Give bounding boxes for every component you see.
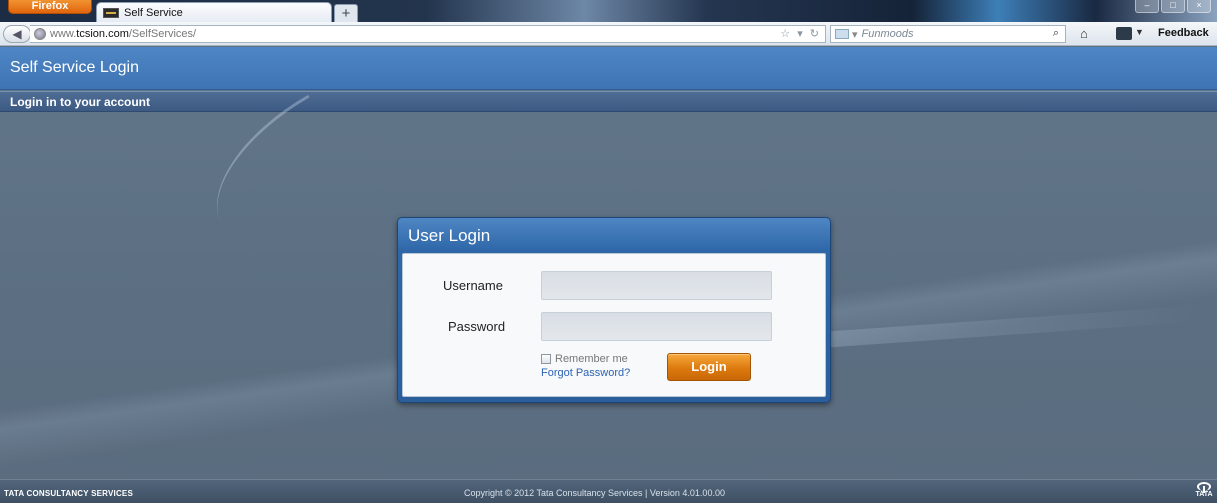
globe-icon bbox=[34, 28, 46, 40]
login-form: Username Password Remember me Forgot Pas… bbox=[402, 253, 826, 397]
sub-header: Login in to your account bbox=[0, 91, 1217, 112]
address-bar[interactable]: www. tcsion.com/SelfServices/ ☆ ▾ ↻ bbox=[30, 25, 826, 43]
url-prefix: www. bbox=[50, 28, 77, 40]
remember-me-label: Remember me bbox=[555, 353, 628, 365]
bookmarks-icon[interactable] bbox=[1116, 27, 1132, 40]
dialog-title: User Login bbox=[408, 226, 491, 245]
firefox-menu-button[interactable]: Firefox bbox=[8, 0, 92, 14]
search-icon[interactable]: ⌕ bbox=[1053, 27, 1059, 40]
back-arrow-icon[interactable]: ◀ bbox=[3, 25, 31, 43]
search-placeholder: Funmoods bbox=[861, 28, 914, 40]
url-path: /SelfServices/ bbox=[128, 28, 197, 40]
browser-nav-bar: ◀ www. tcsion.com/SelfServices/ ☆ ▾ ↻ ▾ F… bbox=[0, 22, 1217, 46]
tata-logo: TATA bbox=[1193, 482, 1215, 498]
minimize-icon[interactable]: – bbox=[1135, 0, 1159, 13]
user-login-dialog: User Login Username Password Remember me… bbox=[397, 217, 831, 403]
tata-logo-icon bbox=[1197, 482, 1211, 493]
window-controls: – □ × bbox=[1135, 0, 1211, 13]
page-content: Self Service Login Login in to your acco… bbox=[0, 47, 1217, 503]
login-button[interactable]: Login bbox=[667, 353, 751, 381]
bookmarks-dropdown-icon[interactable]: ▼ bbox=[1135, 27, 1144, 37]
page-title: Self Service Login bbox=[10, 59, 139, 76]
copyright-text: Copyright © 2012 Tata Consultancy Servic… bbox=[464, 488, 725, 498]
feedback-button[interactable]: Feedback bbox=[1158, 27, 1209, 39]
tab-self-service[interactable]: Self Service bbox=[96, 2, 332, 22]
page-header: Self Service Login bbox=[0, 47, 1217, 90]
checkbox-icon[interactable] bbox=[541, 354, 551, 364]
maximize-icon[interactable]: □ bbox=[1161, 0, 1185, 13]
forgot-password-link[interactable]: Forgot Password? bbox=[541, 367, 630, 379]
home-icon[interactable]: ⌂ bbox=[1080, 26, 1088, 41]
company-name: TATA CONSULTANCY SERVICES bbox=[4, 489, 134, 498]
page-footer: TATA CONSULTANCY SERVICES Copyright © 20… bbox=[0, 479, 1217, 503]
username-label: Username bbox=[443, 278, 503, 293]
background-swoosh bbox=[186, 94, 344, 226]
search-bar[interactable]: ▾ Funmoods ⌕ bbox=[830, 25, 1066, 43]
search-engine-icon[interactable] bbox=[835, 29, 849, 39]
new-tab-button[interactable]: + bbox=[334, 4, 358, 22]
remember-me-checkbox[interactable]: Remember me bbox=[541, 353, 628, 365]
bookmark-star-icon[interactable]: ☆ ▾ ↻ bbox=[780, 27, 821, 40]
close-icon[interactable]: × bbox=[1187, 0, 1211, 13]
site-favicon-icon bbox=[103, 7, 119, 18]
sub-header-text: Login in to your account bbox=[10, 95, 150, 109]
url-host: tcsion.com bbox=[76, 28, 129, 40]
password-label: Password bbox=[448, 319, 506, 334]
browser-tab-strip: Firefox Self Service + – □ × bbox=[0, 0, 1217, 22]
password-input[interactable] bbox=[541, 312, 772, 341]
username-input[interactable] bbox=[541, 271, 772, 300]
tab-title: Self Service bbox=[124, 6, 183, 19]
search-engine-dropdown-icon[interactable]: ▾ bbox=[852, 28, 858, 41]
